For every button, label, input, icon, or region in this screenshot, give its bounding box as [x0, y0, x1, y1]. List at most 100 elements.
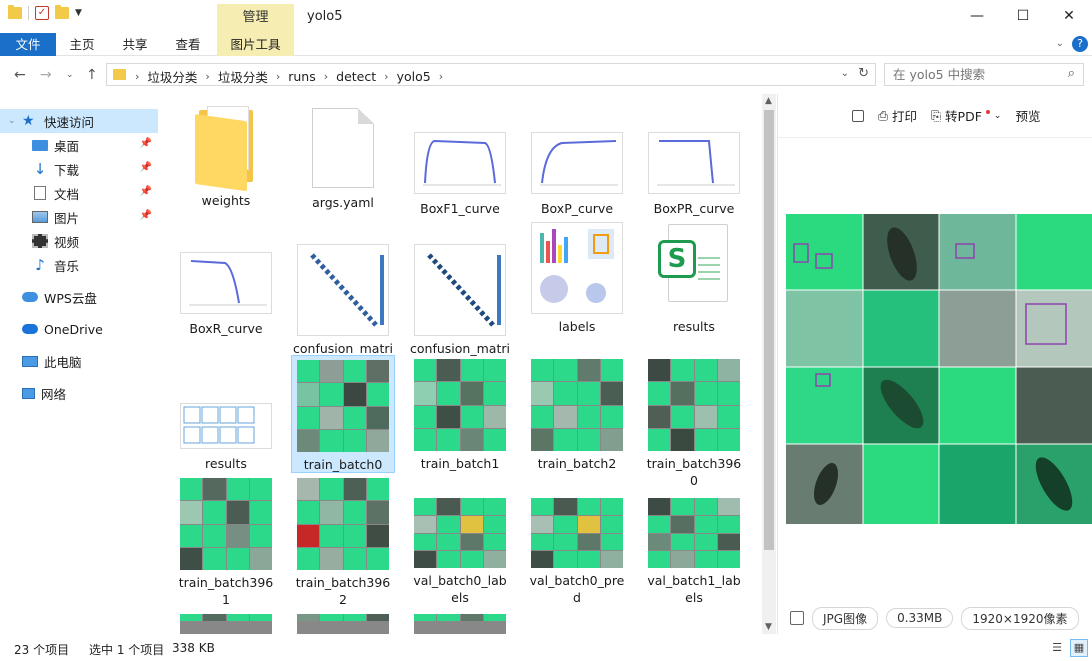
sidebar-item-quick-access[interactable]: ⌄ ★ 快速访问 [0, 109, 158, 133]
search-box[interactable]: ⌕ [884, 63, 1084, 86]
customize-qat-icon[interactable]: ▼ [75, 8, 82, 18]
file-item[interactable]: args.yaml [291, 104, 395, 211]
tab-file[interactable]: 文件 [0, 33, 56, 56]
labels-thumbnail [531, 222, 623, 314]
file-item[interactable]: val_batch0_pred [525, 478, 629, 606]
tab-view[interactable]: 查看 [168, 33, 208, 56]
file-item[interactable]: train_batch2 [525, 359, 629, 472]
file-item[interactable]: train_batch3960 [642, 359, 746, 489]
sidebar-item-videos[interactable]: 视频 [0, 229, 158, 253]
refresh-icon[interactable]: ↻ [858, 66, 869, 81]
breadcrumb-item[interactable]: yolo5 [397, 69, 431, 84]
sidebar-item-wps-cloud[interactable]: WPS云盘 [0, 285, 158, 309]
sidebar-item-desktop[interactable]: 桌面 📌 [0, 133, 158, 157]
preview-image [786, 214, 1092, 524]
file-item[interactable] [174, 614, 278, 634]
file-item[interactable]: weights [174, 104, 278, 209]
chevron-down-icon[interactable]: ⌄ [1056, 38, 1064, 49]
preview-label: 预览 [1015, 109, 1041, 124]
details-icon[interactable] [790, 611, 804, 625]
maximize-button[interactable]: ☐ [1000, 0, 1046, 32]
pin-icon[interactable]: 📌 [140, 186, 152, 197]
sidebar-item-music[interactable]: ♪ 音乐 [0, 253, 158, 277]
print-button[interactable]: ⎙ 打印 [878, 106, 917, 125]
sidebar-item-network[interactable]: 网络 [0, 381, 158, 405]
sidebar-item-this-pc[interactable]: 此电脑 [0, 349, 158, 373]
breadcrumb-item[interactable]: runs [288, 69, 316, 84]
file-item[interactable]: confusion_matrix [291, 222, 395, 374]
panel-icon[interactable] [852, 109, 864, 122]
properties-icon[interactable]: ✓ [35, 6, 49, 20]
file-item[interactable]: train_batch3961 [174, 478, 278, 608]
file-item[interactable]: val_batch1_labels [642, 478, 746, 606]
sidebar-item-downloads[interactable]: ↓ 下载 📌 [0, 157, 158, 181]
breadcrumb-item[interactable]: 垃圾分类 [218, 67, 268, 86]
file-item[interactable]: BoxPR_curve [642, 104, 746, 217]
file-item[interactable]: BoxR_curve [174, 222, 278, 337]
pin-icon[interactable]: 📌 [140, 138, 152, 149]
to-pdf-button[interactable]: ⎘ 转PDF ⌄ [931, 106, 1001, 125]
file-type-badge: JPG图像 [812, 606, 879, 630]
sidebar-item-onedrive[interactable]: OneDrive [0, 317, 158, 341]
large-icons-view-icon[interactable]: ▦ [1070, 639, 1088, 657]
breadcrumb-item[interactable]: detect [336, 69, 376, 84]
sidebar-item-label: 快速访问 [44, 114, 95, 130]
tab-home[interactable]: 主页 [62, 33, 102, 56]
scrollbar-thumb[interactable] [764, 110, 774, 550]
chevron-right-icon[interactable]: › [324, 70, 328, 83]
folder-icon[interactable] [8, 5, 22, 19]
chevron-right-icon[interactable]: › [439, 70, 443, 83]
results-thumbnail [180, 403, 272, 449]
file-label: results [205, 456, 247, 471]
minimize-button[interactable]: — [954, 0, 1000, 32]
file-item[interactable]: results [174, 359, 278, 472]
chevron-right-icon[interactable]: › [276, 70, 280, 83]
file-list-scrollbar[interactable]: ▲ ▼ [762, 94, 776, 634]
file-item[interactable]: S results [642, 222, 746, 335]
pin-icon[interactable]: 📌 [140, 210, 152, 221]
back-arrow-icon[interactable]: ← [14, 67, 26, 83]
file-item[interactable]: train_batch1 [408, 359, 512, 472]
forward-arrow-icon[interactable]: → [40, 67, 52, 83]
status-bar: 23 个项目 选中 1 个项目 338 KB ☰ ▦ [0, 636, 1092, 661]
breadcrumb-item[interactable]: 垃圾分类 [147, 67, 197, 86]
scroll-down-icon[interactable]: ▼ [765, 622, 772, 632]
tab-picture-tools[interactable]: 图片工具 [217, 33, 294, 56]
address-bar[interactable]: › 垃圾分类 › 垃圾分类 › runs › detect › yolo5 › … [106, 63, 876, 86]
file-item[interactable]: confusion_matrix_normalized [408, 222, 512, 374]
chevron-down-icon[interactable]: ⌄ [841, 68, 849, 79]
file-label: args.yaml [312, 195, 374, 210]
chevron-down-icon[interactable]: ⌄ [8, 116, 20, 126]
help-icon[interactable]: ? [1072, 36, 1088, 52]
file-item[interactable]: val_batch0_labels [408, 478, 512, 606]
pin-icon[interactable]: 📌 [140, 162, 152, 173]
file-item[interactable] [291, 614, 395, 634]
tab-manage[interactable]: 管理 [217, 4, 294, 33]
file-item[interactable] [408, 614, 512, 634]
window-title: yolo5 [307, 9, 343, 24]
file-item-selected[interactable]: train_batch0 [291, 355, 395, 473]
recent-locations-icon[interactable]: ⌄ [66, 70, 74, 80]
close-button[interactable]: ✕ [1046, 0, 1092, 32]
scroll-up-icon[interactable]: ▲ [765, 96, 772, 106]
sidebar-item-label: 音乐 [54, 258, 80, 274]
preview-button[interactable]: 预览 [1015, 106, 1040, 125]
file-label: val_batch0_pred [529, 573, 625, 605]
chevron-right-icon[interactable]: › [384, 70, 388, 83]
spreadsheet-icon: S [654, 222, 734, 306]
sidebar-item-documents[interactable]: 文档 📌 [0, 181, 158, 205]
file-item[interactable]: train_batch3962 [291, 478, 395, 608]
search-icon[interactable]: ⌕ [1068, 66, 1075, 81]
tab-share[interactable]: 共享 [115, 33, 155, 56]
up-arrow-icon[interactable]: ↑ [86, 67, 98, 83]
sidebar-item-pictures[interactable]: 图片 📌 [0, 205, 158, 229]
details-view-icon[interactable]: ☰ [1048, 639, 1066, 657]
chevron-right-icon[interactable]: › [135, 70, 139, 83]
chevron-right-icon[interactable]: › [205, 70, 209, 83]
search-input[interactable] [885, 64, 1055, 85]
file-item[interactable]: labels [525, 222, 629, 335]
new-folder-icon[interactable] [55, 5, 69, 19]
file-item[interactable]: BoxF1_curve [408, 104, 512, 217]
file-item[interactable]: BoxP_curve [525, 104, 629, 217]
dimensions-badge: 1920×1920像素 [961, 606, 1079, 630]
